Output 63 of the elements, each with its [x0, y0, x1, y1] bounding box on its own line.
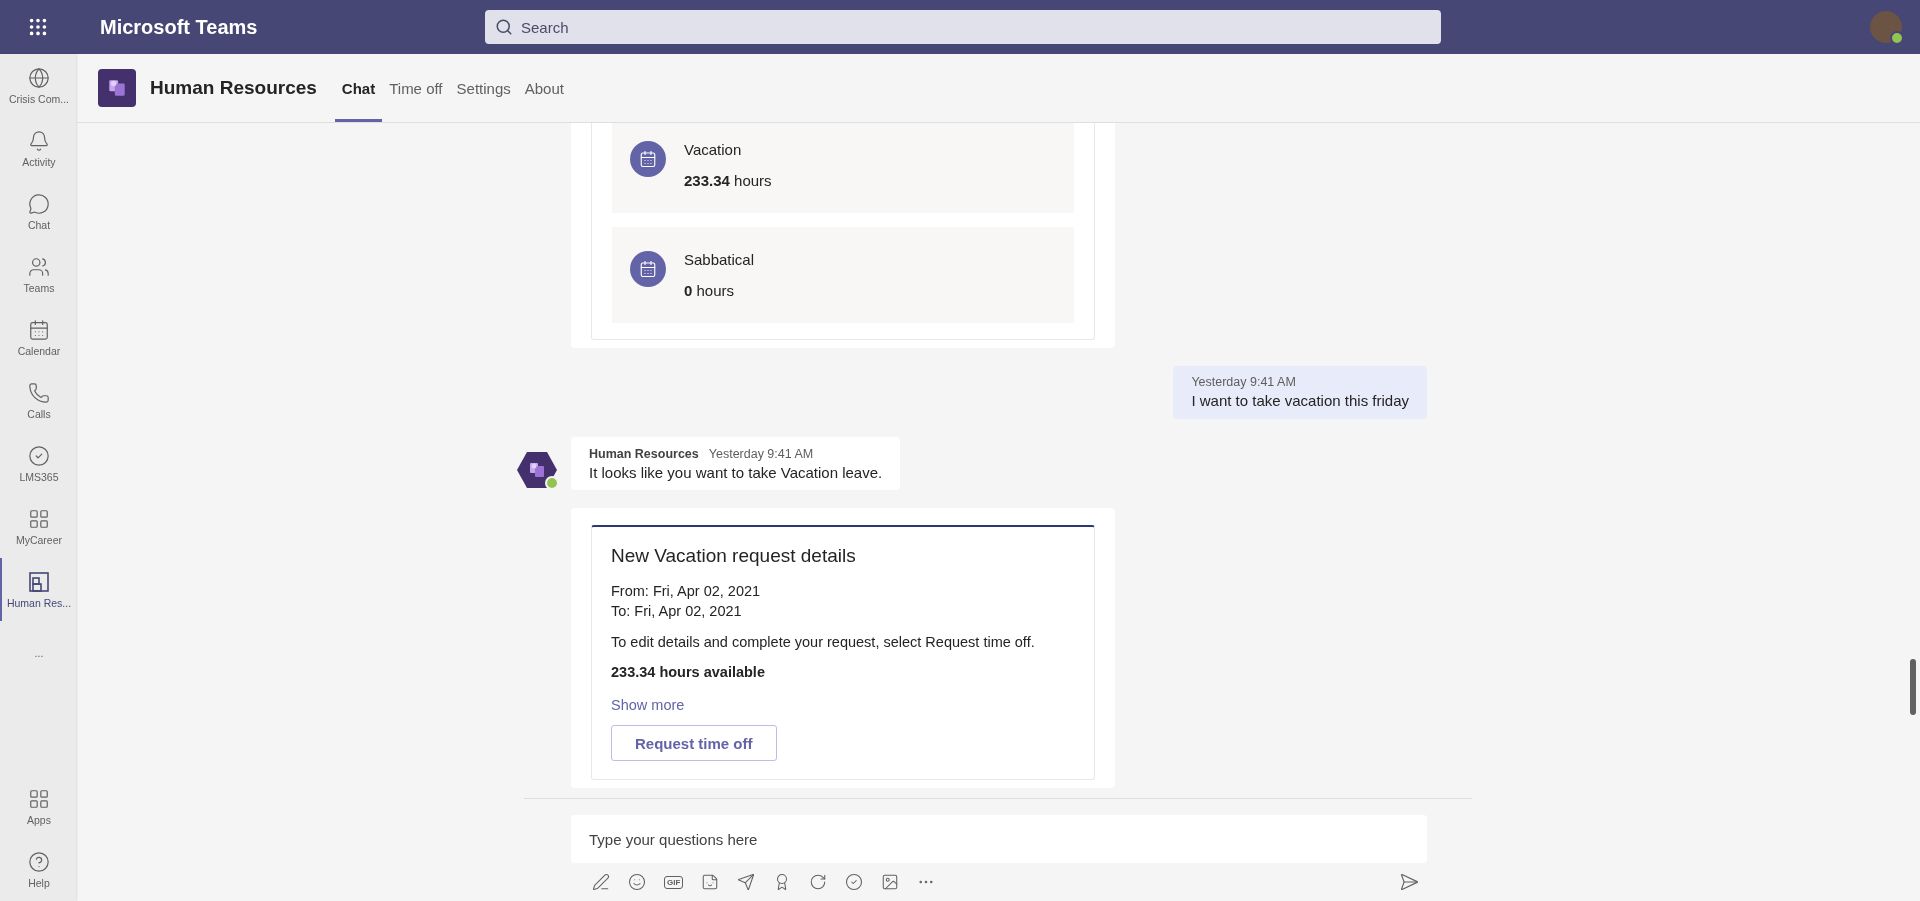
more-apps-button[interactable]: ...: [0, 621, 76, 684]
rail-item[interactable]: Calendar: [0, 306, 76, 369]
calendar-icon: [630, 141, 666, 177]
leave-hours: 233.34 hours: [684, 172, 772, 189]
leave-name: Sabbatical: [684, 251, 755, 268]
app-name: Human Resources: [150, 77, 317, 99]
apps-icon: [28, 787, 50, 810]
request-time-off-button[interactable]: Request time off: [611, 725, 777, 761]
app-logo-icon: [530, 463, 544, 477]
rail-item[interactable]: Chat: [0, 180, 76, 243]
show-more-link[interactable]: Show more: [611, 697, 685, 713]
rail-item[interactable]: Teams: [0, 243, 76, 306]
rail-item[interactable]: Help: [0, 838, 76, 901]
tab[interactable]: Time off: [382, 54, 450, 122]
bell-icon: [28, 129, 50, 152]
approval-icon[interactable]: [845, 873, 864, 891]
hours-available: 233.34 hours available: [611, 664, 766, 680]
rail-item[interactable]: Apps: [0, 775, 76, 838]
date-line: From: Fri, Apr 02, 2021: [611, 582, 762, 601]
message-time: Yesterday 9:41 AM: [708, 447, 814, 461]
send-icon[interactable]: [1399, 872, 1419, 892]
rail-item[interactable]: Crisis Com...: [0, 54, 76, 117]
sender-name: Human Resources: [589, 447, 699, 461]
rail-item[interactable]: LMS365: [0, 432, 76, 495]
emoji-icon[interactable]: [628, 873, 646, 891]
calendar-icon: [28, 318, 50, 341]
scrollbar-thumb[interactable]: [1910, 659, 1916, 715]
rail-item[interactable]: Human Res...: [0, 558, 76, 621]
phone-icon: [28, 381, 50, 404]
message-text: I want to take vacation this friday: [1191, 392, 1409, 409]
search-icon: [495, 18, 513, 36]
message-time: Yesterday 9:41 AM: [1191, 375, 1297, 389]
message-input[interactable]: Type your questions here: [571, 815, 1427, 863]
apps-icon: [28, 507, 50, 530]
rail-item[interactable]: Activity: [0, 117, 76, 180]
tab[interactable]: Chat: [334, 54, 383, 122]
leave-name: Vacation: [684, 141, 743, 158]
leave-hours: 0 hours: [684, 282, 736, 299]
message-text: It looks like you want to take Vacation leave.: [589, 464, 883, 481]
gif-button[interactable]: GIF: [664, 875, 684, 889]
card-note: To edit details and complete your request, select Request time off.: [611, 634, 1036, 650]
app-launcher-icon[interactable]: [27, 16, 49, 38]
chat-icon: [28, 192, 50, 215]
format-icon[interactable]: [592, 873, 610, 891]
rail-item[interactable]: MyCareer: [0, 495, 76, 558]
card-title: New Vacation request details: [611, 545, 857, 567]
tab[interactable]: Settings: [449, 54, 518, 122]
app-icon: [28, 570, 50, 593]
app-title: Microsoft Teams: [99, 15, 259, 39]
date-line: To: Fri, Apr 02, 2021: [611, 602, 743, 621]
globe-icon: [28, 66, 50, 89]
tab[interactable]: About: [517, 54, 571, 122]
sticker-icon[interactable]: [701, 873, 720, 891]
image-icon[interactable]: [881, 873, 900, 891]
rail-item[interactable]: Calls: [0, 369, 76, 432]
help-icon: [28, 850, 50, 873]
check-icon: [28, 444, 50, 467]
calendar-icon: [630, 251, 666, 287]
search-field[interactable]: Search: [485, 10, 1441, 44]
user-avatar[interactable]: [1870, 11, 1902, 43]
teams-icon: [28, 255, 50, 278]
app-logo-icon: [106, 77, 128, 99]
loop-icon[interactable]: [809, 873, 828, 891]
